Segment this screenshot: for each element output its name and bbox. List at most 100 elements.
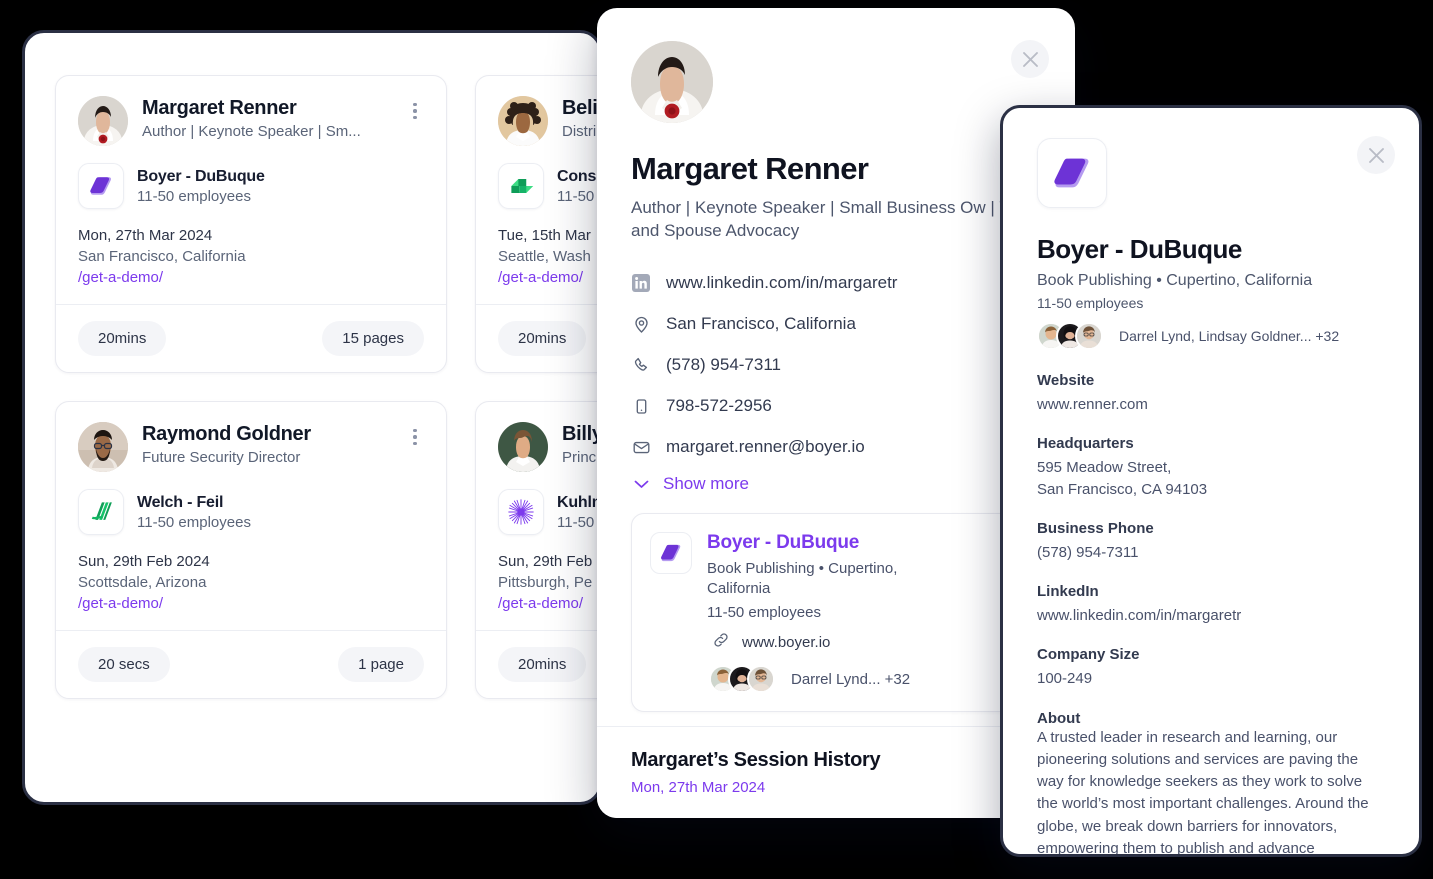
card-header: Billy Princ	[498, 422, 602, 472]
more-options-icon[interactable]	[406, 100, 424, 122]
contact-row-email[interactable]: margaret.renner@boyer.io	[631, 427, 1041, 468]
company-employees: 11-50	[557, 513, 595, 531]
person-name: Billy	[562, 423, 602, 445]
contact-row-linkedin[interactable]: www.linkedin.com/in/margaretr	[631, 263, 1041, 304]
email-value: margaret.renner@boyer.io	[666, 437, 865, 457]
company-name[interactable]: Boyer - DuBuque	[707, 532, 917, 554]
field-business-phone: Business Phone (578) 954-7311	[1037, 520, 1385, 563]
company-industry-location: Book Publishing • Cupertino, California	[707, 559, 898, 597]
contact-row-mobile[interactable]: 798-572-2956	[631, 386, 1041, 427]
company-logo-icon	[1037, 138, 1107, 208]
close-icon	[1368, 147, 1384, 163]
session-date: Tue, 15th Mar	[498, 227, 591, 244]
session-date: Sun, 29th Feb 2024	[78, 553, 210, 570]
person-name: Belinda	[562, 97, 599, 119]
field-label: Company Size	[1037, 646, 1140, 664]
avatar	[78, 422, 128, 472]
company-website: www.boyer.io	[742, 634, 831, 652]
person-name: Raymond Goldner	[142, 423, 311, 445]
card-body: Margaret Renner Author | Keynote Speaker…	[56, 76, 446, 304]
company-identity: Kuhlm 11-50	[557, 493, 602, 531]
location-pin-icon	[631, 315, 651, 334]
field-label: About	[1037, 709, 1081, 727]
company-website-row[interactable]: www.boyer.io	[707, 631, 917, 654]
close-button[interactable]	[1011, 40, 1049, 78]
person-session-card[interactable]: Raymond Goldner Future Security Director…	[55, 401, 447, 699]
avatar-stack	[1037, 322, 1103, 350]
card-header: Belinda Distri	[498, 96, 599, 146]
field-headquarters: Headquarters 595 Meadow Street, San Fran…	[1037, 435, 1385, 500]
session-meta: Sun, 29th Feb Pittsburgh, Pe /get-a-demo…	[498, 553, 599, 612]
duration-chip: 20mins	[78, 321, 167, 356]
page-title: Margaret Renner	[631, 151, 869, 186]
avatar	[1075, 322, 1103, 350]
company-logo-icon	[498, 489, 544, 535]
show-more-button[interactable]: Show more	[631, 474, 1041, 494]
pages-chip: 1 page	[338, 647, 424, 682]
session-meta: Tue, 15th Mar Seattle, Wash /get-a-demo/	[498, 227, 599, 286]
person-session-card[interactable]: Margaret Renner Author | Keynote Speaker…	[55, 75, 447, 373]
person-title: Distri	[562, 123, 597, 140]
card-footer: 20 secs 1 page	[56, 630, 446, 698]
company-logo-icon	[78, 163, 124, 209]
close-icon	[1022, 51, 1038, 67]
phone-value: (578) 954-7311	[666, 355, 781, 375]
company-name: Cons	[557, 167, 597, 185]
close-button[interactable]	[1357, 136, 1395, 174]
session-history-title: Margaret’s Session History	[631, 749, 881, 771]
avatar	[78, 96, 128, 146]
contact-list: www.linkedin.com/in/margaretr San Franci…	[631, 263, 1041, 468]
field-value[interactable]: (578) 954-7311	[1037, 542, 1385, 563]
person-identity: Billy Princ	[562, 422, 602, 466]
chevron-down-icon	[631, 479, 651, 489]
company-people-row[interactable]: Darrel Lynd... +32	[707, 665, 917, 694]
card-body: Billy Princ Kuhlm 11-50 Sun, 29th Feb Pi…	[476, 402, 602, 630]
company-row: Cons 11-50	[498, 163, 599, 209]
contact-row-phone[interactable]: (578) 954-7311	[631, 345, 1041, 386]
avatar-stack	[709, 665, 775, 694]
person-session-card[interactable]: Belinda Distri Cons 11-50	[475, 75, 599, 373]
company-name: Boyer - DuBuque	[1037, 234, 1242, 264]
field-label: Website	[1037, 372, 1095, 389]
company-detail-body: Boyer - DuBuque Book Publishing • Cupert…	[1003, 108, 1419, 857]
field-label: Business Phone	[1037, 519, 1154, 537]
card-body: Raymond Goldner Future Security Director…	[56, 402, 446, 630]
sessions-column-left: Margaret Renner Author | Keynote Speaker…	[55, 75, 447, 699]
person-name: Margaret Renner	[142, 97, 297, 119]
avatar	[498, 422, 548, 472]
session-meta: Mon, 27th Mar 2024 San Francisco, Califo…	[78, 227, 424, 286]
company-logo-icon	[650, 531, 692, 574]
session-path-link[interactable]: /get-a-demo/	[78, 269, 424, 286]
company-name: Kuhlm	[557, 493, 602, 511]
sessions-column-right: Belinda Distri Cons 11-50	[475, 75, 602, 699]
card-body: Belinda Distri Cons 11-50	[476, 76, 599, 304]
field-value[interactable]: www.linkedin.com/in/margaretr	[1037, 605, 1385, 626]
person-title: Princ	[562, 449, 597, 466]
company-summary-card[interactable]: Boyer - DuBuque Book Publishing • Cupert…	[631, 512, 1061, 713]
contact-row-location: San Francisco, California	[631, 304, 1041, 345]
avatar	[631, 41, 713, 123]
field-website: Website www.renner.com	[1037, 372, 1385, 415]
company-employees: 11-50 employees	[137, 187, 251, 205]
session-path-link[interactable]: /get-a-demo/	[498, 269, 599, 286]
company-summary-body: Boyer - DuBuque Book Publishing • Cupert…	[707, 532, 917, 694]
linkedin-icon	[631, 274, 651, 293]
session-history-date[interactable]: Mon, 27th Mar 2024	[631, 779, 1041, 796]
sessions-grid: Margaret Renner Author | Keynote Speaker…	[55, 75, 602, 699]
session-path-link[interactable]: /get-a-demo/	[498, 595, 599, 612]
about-text: A trusted leader in research and learnin…	[1037, 728, 1369, 857]
company-identity: Welch - Feil 11-50 employees	[137, 494, 251, 531]
person-identity: Raymond Goldner Future Security Director	[142, 422, 424, 466]
duration-chip: 20mins	[498, 647, 587, 682]
company-logo-icon	[78, 489, 124, 535]
person-session-card[interactable]: Billy Princ Kuhlm 11-50 Sun, 29th Feb Pi…	[475, 401, 602, 699]
session-path-link[interactable]: /get-a-demo/	[78, 595, 424, 612]
company-people-row[interactable]: Darrel Lynd, Lindsay Goldner... +32	[1037, 322, 1385, 350]
field-about: About A trusted leader in research and l…	[1037, 709, 1385, 857]
session-date: Mon, 27th Mar 2024	[78, 227, 213, 244]
avatar	[747, 665, 775, 694]
field-label: Headquarters	[1037, 435, 1134, 453]
more-options-icon[interactable]	[406, 426, 424, 448]
session-location: Scottsdale, Arizona	[78, 574, 207, 591]
field-value[interactable]: www.renner.com	[1037, 394, 1385, 415]
